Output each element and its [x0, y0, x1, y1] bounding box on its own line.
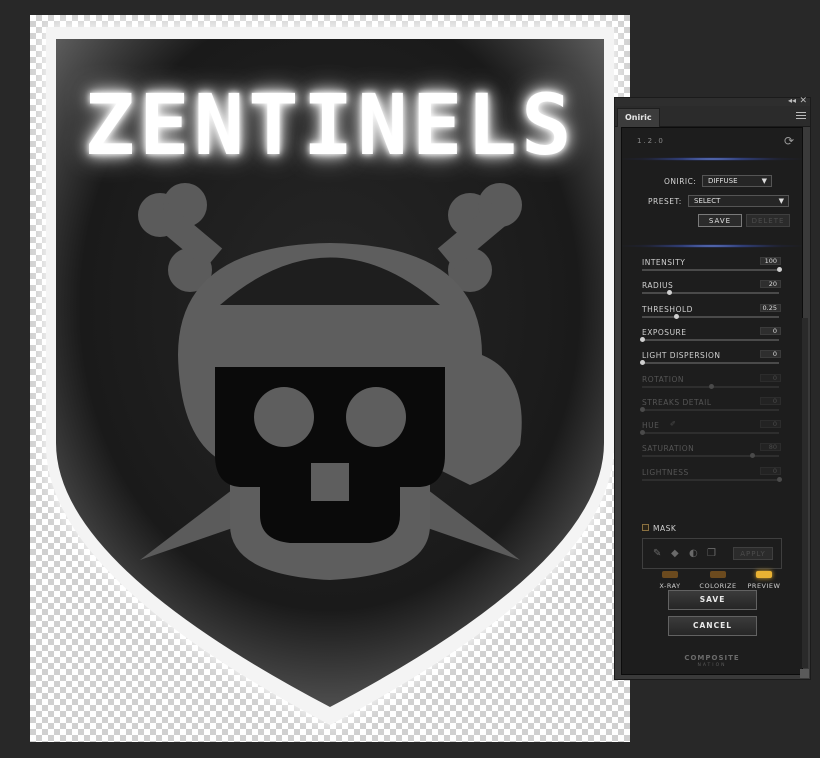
slider-track	[640, 430, 779, 435]
slider-handle	[750, 453, 755, 458]
slider-handle	[640, 407, 645, 412]
toggle-switch[interactable]	[662, 571, 678, 578]
slider-handle[interactable]	[667, 290, 672, 295]
copy-mask-icon[interactable]: ❐	[707, 548, 716, 559]
slider-value[interactable]: 0	[760, 350, 781, 358]
oniric-label: ONIRIC:	[664, 177, 697, 186]
mask-label: MASK	[653, 524, 677, 533]
slider-value[interactable]: 20	[760, 280, 781, 288]
brand-logo-text: COMPOSITE	[684, 654, 740, 662]
apply-mask-button: APPLY	[733, 547, 773, 560]
save-button[interactable]: SAVE	[668, 590, 757, 610]
slider-value: 0	[760, 467, 781, 475]
slider-label: THRESHOLD	[642, 305, 693, 314]
slider-value: 0	[760, 397, 781, 405]
slider-track[interactable]	[640, 360, 779, 365]
badge-title-text: ZENTINELS	[84, 76, 576, 174]
mask-checkbox[interactable]	[642, 524, 649, 531]
slider-label: HUE	[642, 421, 660, 430]
slider-value[interactable]: 0	[760, 327, 781, 335]
slider-handle[interactable]	[777, 267, 782, 272]
slider-track	[640, 407, 779, 412]
glow-divider-top	[622, 157, 802, 161]
slider-label: SATURATION	[642, 444, 695, 453]
version-label: 1.2.0	[637, 137, 665, 145]
oniric-dropdown-value: DIFFUSE	[708, 177, 738, 185]
slider-handle[interactable]	[674, 314, 679, 319]
refresh-icon[interactable]: ⟳	[784, 134, 794, 148]
preset-label: PRESET:	[648, 197, 682, 206]
preset-dropdown-value: SELECT	[694, 197, 721, 205]
slider-label: ROTATION	[642, 375, 684, 384]
resize-grip[interactable]	[800, 669, 809, 678]
slider-value: 0	[760, 374, 781, 382]
oniric-panel: ◂◂ ✕ Oniric 1.2.0 ⟳ ONIRIC: DIFFUSE ▼ PR…	[614, 96, 811, 680]
slider-label: STREAKS DETAIL	[642, 398, 712, 407]
eyedropper-icon: ✐	[670, 420, 676, 428]
slider-label: LIGHTNESS	[642, 468, 689, 477]
slider-track	[642, 477, 782, 482]
brush-icon[interactable]: ✎	[653, 548, 661, 559]
oniric-dropdown[interactable]: DIFFUSE ▼	[702, 175, 772, 187]
plugin-body: 1.2.0 ⟳ ONIRIC: DIFFUSE ▼ PRESET: SELECT…	[621, 127, 803, 675]
cancel-button[interactable]: CANCEL	[668, 616, 757, 636]
slider-label: EXPOSURE	[642, 328, 687, 337]
slider-track	[642, 384, 779, 389]
document-canvas[interactable]: ZENTINELS	[30, 15, 630, 742]
mask-toolbox: ✎ ◆ ◐ ❐ APPLY	[642, 538, 782, 569]
slider-handle[interactable]	[640, 360, 645, 365]
slider-value: 0	[760, 420, 781, 428]
slider-handle[interactable]	[640, 337, 645, 342]
panel-tabbar: Oniric	[615, 106, 810, 127]
slider-track[interactable]	[642, 314, 779, 319]
panel-menu-icon[interactable]	[796, 110, 806, 120]
preset-dropdown[interactable]: SELECT ▼	[688, 195, 789, 207]
collapse-icon[interactable]: ◂◂	[788, 96, 796, 106]
save-preset-button[interactable]: SAVE	[698, 214, 742, 227]
slider-track[interactable]	[642, 267, 782, 272]
slider-handle	[709, 384, 714, 389]
tab-oniric[interactable]: Oniric	[617, 108, 660, 127]
toggle-label: X-RAY	[659, 582, 681, 590]
dropdown-arrow-icon: ▼	[761, 177, 767, 185]
dropdown-arrow-icon: ▼	[778, 197, 784, 205]
panel-titlebar[interactable]: ◂◂ ✕	[615, 96, 810, 106]
brand-logo-subtext: NATION	[697, 663, 727, 668]
slider-value[interactable]: 0.25	[760, 304, 781, 312]
delete-preset-button: DELETE	[746, 214, 790, 227]
slider-track[interactable]	[642, 290, 779, 295]
toggle-switch[interactable]	[710, 571, 726, 578]
close-icon[interactable]: ✕	[799, 96, 807, 106]
slider-value[interactable]: 100	[760, 257, 781, 265]
slider-track	[642, 453, 779, 458]
slider-value: 80	[760, 443, 781, 451]
slider-handle	[640, 430, 645, 435]
slider-label: LIGHT DISPERSION	[642, 351, 721, 360]
slider-handle	[777, 477, 782, 482]
toggle-label: COLORIZE	[699, 582, 737, 590]
toggle-label: PREVIEW	[747, 582, 781, 590]
slider-label: RADIUS	[642, 281, 674, 290]
slider-track[interactable]	[640, 337, 779, 342]
slider-label: INTENSITY	[642, 258, 686, 267]
invert-icon[interactable]: ◐	[689, 548, 698, 559]
glow-divider-bottom	[622, 244, 802, 248]
eraser-icon[interactable]: ◆	[671, 548, 679, 559]
toggle-switch[interactable]	[756, 571, 772, 578]
panel-scrollbar[interactable]	[802, 318, 808, 668]
